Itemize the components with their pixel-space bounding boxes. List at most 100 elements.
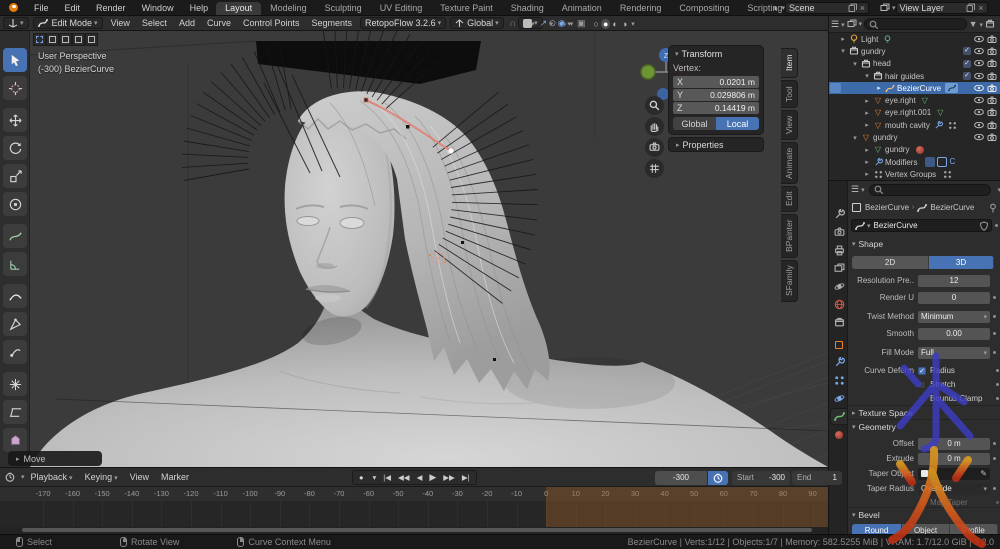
sidebar-tab-sfamily[interactable]: SFamily xyxy=(781,260,798,302)
tab-object[interactable] xyxy=(831,337,847,352)
workspace-tab-shading[interactable]: Shading xyxy=(502,2,553,15)
dim-2d-button[interactable]: 2D xyxy=(852,256,929,269)
use-preview-range-button[interactable] xyxy=(708,471,728,485)
checkbox-icon[interactable]: ✓ xyxy=(963,47,971,55)
shape-panel-header[interactable]: ▾Shape xyxy=(850,239,883,249)
chevron-down-icon[interactable]: ▾ xyxy=(370,473,380,482)
gizmos-toggle[interactable]: ↗▾ xyxy=(540,18,553,29)
taper-object-field[interactable]: ✎ xyxy=(918,468,990,480)
outliner-row-collection-gundry[interactable]: ▾ gundry ✓ xyxy=(829,45,1000,57)
tool-measure[interactable] xyxy=(3,252,27,276)
properties-search-input[interactable] xyxy=(869,184,992,196)
outliner-row-head[interactable]: ▾ head ✓ xyxy=(829,58,1000,70)
data-name-field[interactable]: ▾ BezierCurve xyxy=(851,219,992,232)
menu-file[interactable]: File xyxy=(26,3,57,13)
animate-dot-icon[interactable] xyxy=(993,332,996,335)
shield-icon[interactable] xyxy=(979,221,988,231)
tab-view-layer[interactable] xyxy=(831,261,847,276)
tool-cursor[interactable] xyxy=(3,76,27,100)
workspace-tab-rendering[interactable]: Rendering xyxy=(611,2,671,15)
hide-eye-icon[interactable] xyxy=(974,134,984,141)
disclosure-icon[interactable]: ▸ xyxy=(863,121,871,129)
workspace-tab-texture-paint[interactable]: Texture Paint xyxy=(431,2,502,15)
outliner-row-modifiers[interactable]: ▸ Modifiers C xyxy=(829,156,1000,168)
vertex-z-field[interactable]: Z 0.14419 m xyxy=(673,102,759,114)
sidebar-tab-item[interactable]: Item xyxy=(781,48,798,78)
disclosure-icon[interactable]: ▾ xyxy=(863,72,871,80)
tab-render[interactable] xyxy=(831,225,847,240)
map-taper-checkbox[interactable] xyxy=(918,499,926,507)
view-layer-icon[interactable] xyxy=(880,3,890,13)
disclosure-icon[interactable]: ▸ xyxy=(839,35,847,43)
sidebar-tab-animate[interactable]: Animate xyxy=(781,142,798,184)
workspace-tab-sculpting[interactable]: Sculpting xyxy=(316,2,371,15)
workspace-tab-uv-editing[interactable]: UV Editing xyxy=(371,2,432,15)
breadcrumb-object[interactable]: BezierCurve xyxy=(865,203,909,212)
menu-view[interactable]: View xyxy=(124,472,155,482)
menu-segments[interactable]: Segments xyxy=(306,18,359,28)
tool-curve-pen[interactable] xyxy=(3,340,27,364)
tool-pen[interactable] xyxy=(3,312,27,336)
outliner-row-gundry-object[interactable]: ▾ ▽ gundry xyxy=(829,131,1000,143)
timeline-scrollbar[interactable] xyxy=(22,528,812,532)
twist-method-dropdown[interactable]: Minimum▾ xyxy=(918,311,990,323)
pan-hand-button[interactable] xyxy=(645,117,664,136)
taper-radius-dropdown[interactable]: Override▾ xyxy=(918,483,990,495)
menu-help[interactable]: Help xyxy=(182,3,217,13)
outliner-row-gundry-data[interactable]: ▸ ▽ gundry xyxy=(829,144,1000,156)
stretch-checkbox[interactable] xyxy=(918,381,926,389)
outliner-row-beziercurve-selected[interactable]: ▸ BezierCurve xyxy=(829,82,1000,94)
scene-icon[interactable]: ◑ xyxy=(772,3,777,13)
extrude-field[interactable]: 0 m xyxy=(918,453,990,465)
menu-marker[interactable]: Marker xyxy=(155,472,195,482)
select-mode-invert[interactable] xyxy=(72,33,85,46)
hide-eye-icon[interactable] xyxy=(974,48,984,55)
menu-window[interactable]: Window xyxy=(134,3,182,13)
hide-eye-icon[interactable] xyxy=(974,60,984,67)
tab-object-data[interactable] xyxy=(831,409,847,424)
menu-view[interactable]: View xyxy=(105,18,136,28)
disclosure-icon[interactable]: ▸ xyxy=(863,170,871,178)
smooth-field[interactable]: 0.00 xyxy=(918,328,990,340)
tool-scale[interactable] xyxy=(3,164,27,188)
properties-collapsed-panel[interactable]: ▸ Properties xyxy=(668,137,764,152)
checkbox-icon[interactable]: ✓ xyxy=(963,60,971,68)
tab-particles[interactable] xyxy=(831,373,847,388)
jump-to-end-button[interactable]: ▶| xyxy=(459,473,473,482)
tool-transform[interactable] xyxy=(3,192,27,216)
disclosure-icon[interactable]: ▾ xyxy=(851,60,859,68)
disclosure-icon[interactable]: ▾ xyxy=(839,47,847,55)
disable-camera-icon[interactable] xyxy=(987,59,998,68)
vertex-x-field[interactable]: X 0.0201 m xyxy=(673,76,759,88)
workspace-tab-animation[interactable]: Animation xyxy=(553,2,611,15)
tool-rotate[interactable] xyxy=(3,136,27,160)
play-reverse-button[interactable]: ◀ xyxy=(414,473,426,482)
object-visibility-dropdown[interactable]: ⌖▾ xyxy=(524,18,535,29)
animate-dot-icon[interactable] xyxy=(993,315,996,318)
tab-world[interactable] xyxy=(831,297,847,312)
filter-funnel-icon[interactable]: ▼▾ xyxy=(969,19,983,29)
animate-dot-icon[interactable] xyxy=(996,397,999,400)
select-mode-subtract[interactable] xyxy=(59,33,72,46)
close-icon[interactable]: × xyxy=(860,3,865,13)
outliner-row-eye-right[interactable]: ▸ ▽ eye.right ▽ xyxy=(829,94,1000,106)
texture-space-panel-header[interactable]: ▸Texture Space xyxy=(850,408,913,418)
outliner-row-light[interactable]: ▸ Light xyxy=(829,33,1000,45)
timeline-editor-icon[interactable] xyxy=(5,472,16,483)
snap-magnet-icon[interactable]: ∩ xyxy=(510,18,516,28)
menu-render[interactable]: Render xyxy=(88,3,134,13)
copy-icon[interactable] xyxy=(848,3,858,13)
disable-camera-icon[interactable] xyxy=(987,96,998,105)
filter-mode-icon[interactable] xyxy=(847,19,857,29)
sidebar-tab-bpainter[interactable]: BPainter xyxy=(781,214,798,258)
perspective-toggle-button[interactable] xyxy=(645,159,664,178)
animate-dot-icon[interactable] xyxy=(993,351,996,354)
disable-camera-icon[interactable] xyxy=(987,47,998,56)
tool-select-box[interactable] xyxy=(3,48,27,72)
modifier-badge-icon[interactable] xyxy=(925,157,935,167)
retopoflow-menu[interactable]: RetopoFlow 3.2.6 ▾ xyxy=(360,17,446,29)
modifier-c-icon[interactable]: C xyxy=(949,157,955,167)
hide-eye-icon[interactable] xyxy=(974,109,984,116)
select-mode-extend[interactable] xyxy=(46,33,59,46)
editor-type-button[interactable]: ▾ xyxy=(3,17,29,29)
